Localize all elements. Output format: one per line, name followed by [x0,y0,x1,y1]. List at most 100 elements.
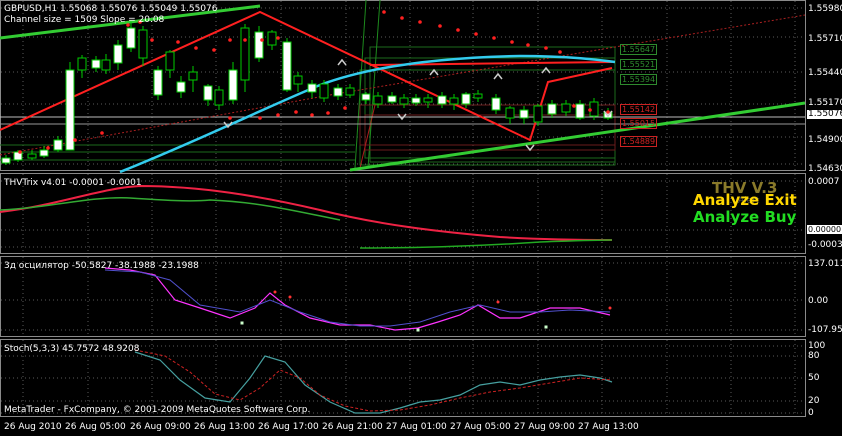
psar-dot [100,131,104,135]
candle-body [333,87,343,97]
time-axis-label: 26 Aug 09:00 [130,422,191,432]
thv-axis-label: 0.0007 [808,177,840,187]
trend-dotted [329,14,806,96]
thv-axis-label: -0.0003 [808,240,842,250]
candle-body [547,103,557,115]
fractal-down-arrow [525,144,535,152]
thv-zero-tag: 0.00000 [807,225,842,234]
price-pane[interactable] [0,0,806,174]
candle-body [449,97,459,105]
candle-body [39,149,49,157]
osc-marker [240,321,244,325]
candle-body [282,41,292,91]
price-axis-label: 1.55440 [808,68,842,78]
candle-body [307,83,317,93]
candle-body [505,107,515,119]
time-axis-label: 26 Aug 05:00 [65,422,126,432]
candle-body [113,44,123,64]
osc-signal-dot [273,290,277,294]
candle-body [399,97,409,105]
candle-body [1,157,11,164]
osc-axis-label: -107.9568 [808,325,842,335]
stoch-main-line [134,351,613,414]
psar-dot [258,116,262,120]
psar-dot [46,146,50,150]
level-tag: 1.55521 [620,59,658,70]
stoch-axis-label: 50 [808,373,820,383]
time-axis-label: 27 Aug 05:00 [450,422,511,432]
psar-dot [382,10,386,14]
candle-body [126,27,136,49]
candle-body [575,103,585,119]
candle-body [53,139,63,151]
copyright-text: MetaTrader - FxCompany, © 2001-2009 Meta… [4,405,311,415]
current-price-tag: 1.55076 [807,110,842,119]
time-axis-label: 26 Aug 13:00 [194,422,255,432]
psar-dot [456,28,460,32]
psar-dot [228,38,232,42]
psar-dot [228,116,232,120]
time-axis-label: 27 Aug 13:00 [578,422,639,432]
price-axis-label: 1.55710 [808,34,842,44]
stoch-axis-label: 80 [808,351,820,361]
red-edge [359,104,376,169]
time-axis-label: 26 Aug 2010 [4,422,62,432]
candle-body [437,95,447,105]
oscillator-pane[interactable] [104,267,612,332]
psar-dot [294,110,298,114]
candle-body [228,69,238,101]
time-axis-label: 27 Aug 09:00 [514,422,575,432]
psar-dot [418,20,422,24]
psar-dot [544,46,548,50]
candle-body [411,97,421,104]
thv-green-line [0,197,341,221]
channel-info: Channel size = 1509 Slope = 20.08 [4,15,165,25]
candle-body [561,103,571,113]
stoch-axis-label: 0 [808,408,814,418]
stoch-axis-label: 20 [808,396,820,406]
candle-body [473,93,483,99]
candle-body [387,95,397,103]
price-axis-label: 1.54900 [808,135,842,145]
price-axis-label: 1.55980 [808,4,842,14]
time-axis-label: 26 Aug 17:00 [258,422,319,432]
candle-body [267,31,277,46]
candle-body [461,93,471,105]
analyze-exit-text: Analyze Exit [693,191,797,209]
level-tag: 1.55394 [620,74,658,85]
time-axis-label: 26 Aug 21:00 [322,422,383,432]
candle-body [214,89,224,106]
candle-body [240,27,250,81]
level-tag: 1.55647 [620,44,658,55]
candle-body [188,71,198,81]
psar-dot [260,38,264,42]
metatrader-chart-window[interactable]: GBPUSD,H1 1.55068 1.55076 1.55049 1.5507… [0,0,842,436]
candle-body [293,75,303,85]
level-tag: 1.54889 [620,136,658,147]
candle-body [153,69,163,96]
candle-body [491,97,501,111]
candle-body [519,109,529,119]
stochastic-pane[interactable] [134,349,613,414]
candle-body [91,59,101,69]
psar-dot [276,36,280,40]
psar-dot [558,50,562,54]
candle-body [77,57,87,71]
level-tag: 1.55015 [620,118,658,129]
psar-dot [526,43,530,47]
zigzag-trend [0,10,613,142]
candle-body [65,69,75,151]
candle-body [165,51,175,71]
stoch-label: Stoch(5,3,3) 45.7572 48.9208 [4,344,140,354]
psar-dot [276,113,280,117]
psar-dot [194,46,198,50]
osc-blue-line [104,269,611,327]
osc-marker [416,328,420,332]
psar-dot [400,16,404,20]
symbol-header: GBPUSD,H1 1.55068 1.55076 1.55049 1.5507… [4,4,218,14]
psar-dot [572,104,576,108]
price-axis-label: 1.54630 [808,164,842,174]
osc-magenta-line [104,267,611,331]
psar-dot [18,150,22,154]
thv-trix-pane[interactable] [0,184,613,249]
